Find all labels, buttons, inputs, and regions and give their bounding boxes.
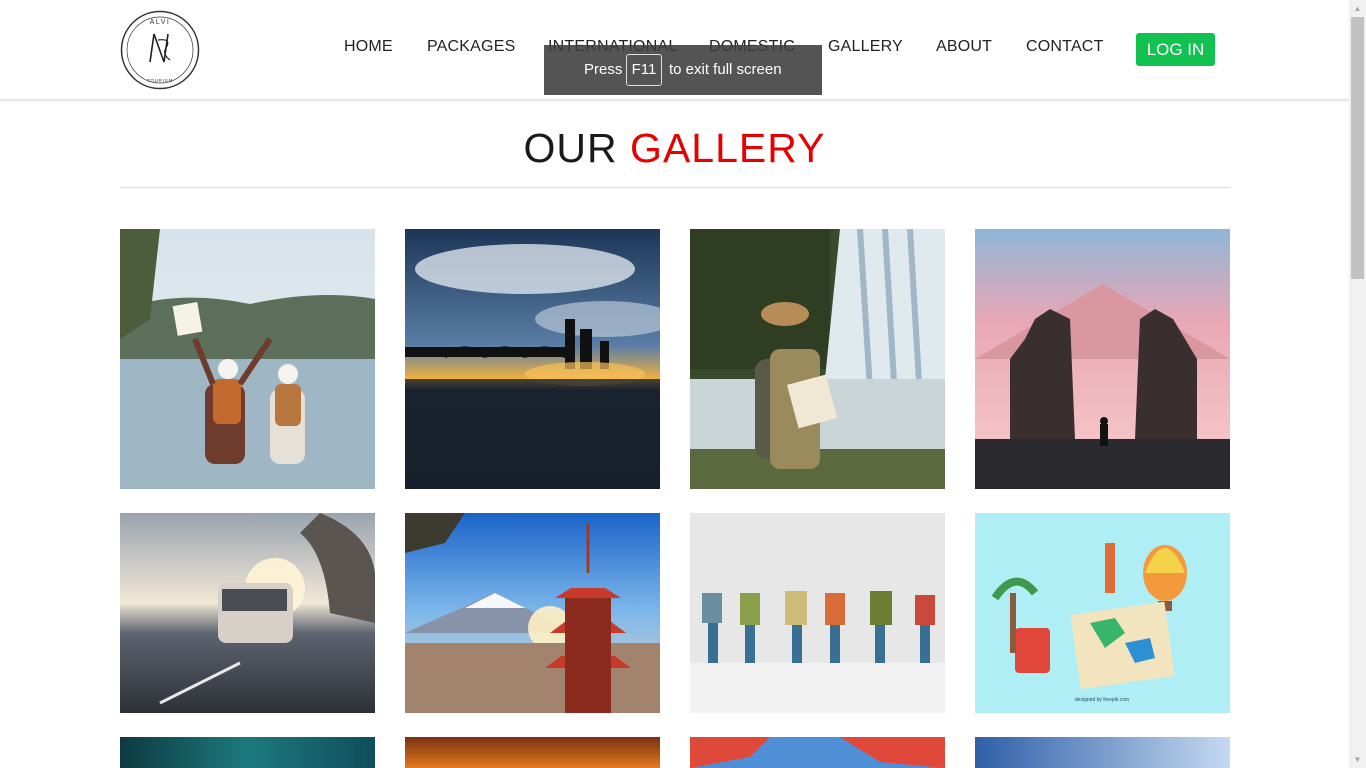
hikers-lake-photo[interactable] [120,229,375,489]
temple-gate-photo[interactable] [975,229,1230,489]
autumn-trees-photo[interactable] [690,737,945,768]
svg-text:designed by freepik.com: designed by freepik.com [1075,697,1129,703]
warm-interior-photo[interactable] [405,737,660,768]
vertical-scrollbar[interactable]: ▲ ▼ [1349,0,1366,768]
nav-packages[interactable]: PACKAGES [427,38,515,56]
nav-home[interactable]: HOME [344,38,393,56]
scroll-thumb[interactable] [1351,17,1364,279]
logo-bottom-text: TOURISM [147,78,173,83]
nav-gallery[interactable]: GALLERY [828,38,903,56]
waterfall-traveler-photo[interactable] [690,229,945,489]
toast-press-text: Press [584,61,623,78]
pagoda-photo[interactable] [405,513,660,713]
tour-bus-photo[interactable] [120,513,375,713]
aurora-photo[interactable] [120,737,375,768]
gallery-heading: OUR GALLERY [0,125,1349,172]
city-sunset-photo[interactable] [405,229,660,489]
page: ALVI TOURISM HOME PACKAGES INTERNATIONAL… [0,0,1349,768]
heading-part-2: GALLERY [630,125,826,171]
heading-divider [120,187,1230,188]
fullscreen-exit-toast: Press F11 to exit full screen [544,45,822,95]
scroll-down-arrow-icon[interactable]: ▼ [1349,751,1366,768]
logo-top-text: ALVI [150,19,171,26]
toast-key-badge: F11 [626,54,662,86]
scroll-up-arrow-icon[interactable]: ▲ [1349,0,1366,17]
heading-part-1: OUR [523,125,618,171]
login-button[interactable]: LOG IN [1136,33,1215,66]
blue-sky-photo[interactable] [975,737,1230,768]
toast-suffix-text: to exit full screen [669,61,782,78]
miniature-backpackers-photo[interactable] [690,513,945,713]
travel-illustration[interactable]: designed by freepik.com [975,513,1230,713]
nav-contact[interactable]: CONTACT [1026,38,1104,56]
nav-about[interactable]: ABOUT [936,38,992,56]
